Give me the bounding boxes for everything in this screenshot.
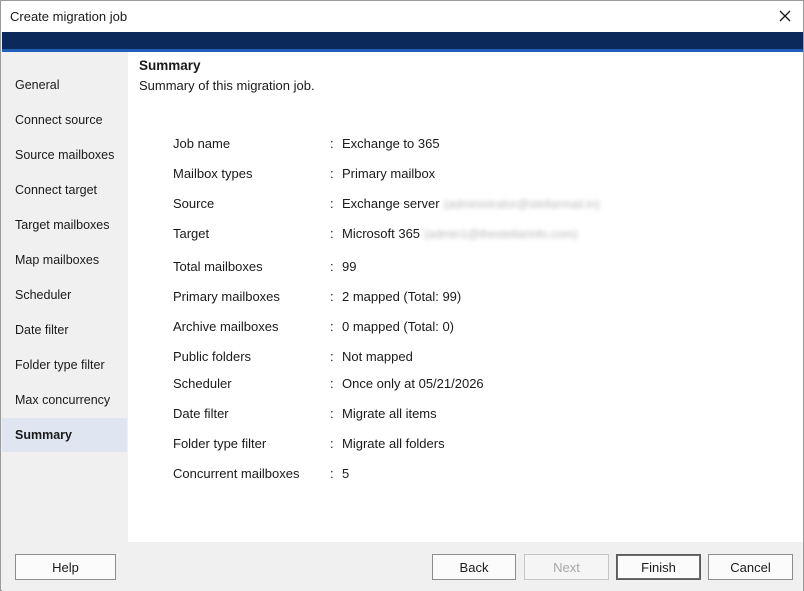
summary-separator: :: [330, 376, 334, 391]
next-button: Next: [524, 554, 609, 580]
summary-row-archive-mailboxes: Archive mailboxes : 0 mapped (Total: 0): [128, 319, 803, 337]
window-title: Create migration job: [10, 9, 128, 24]
summary-value-target: Microsoft 365 (admin1@thestellarinfo.com): [342, 226, 578, 241]
summary-label: Total mailboxes: [173, 259, 263, 274]
summary-row-public-folders: Public folders : Not mapped: [128, 349, 803, 367]
back-button[interactable]: Back: [432, 554, 516, 580]
summary-label: Archive mailboxes: [173, 319, 279, 334]
summary-value: Exchange to 365: [342, 136, 440, 151]
summary-value: Migrate all items: [342, 406, 437, 421]
sidebar-item-target-mailboxes[interactable]: Target mailboxes: [2, 208, 127, 242]
summary-separator: :: [330, 406, 334, 421]
summary-row-primary-mailboxes: Primary mailboxes : 2 mapped (Total: 99): [128, 289, 803, 307]
sidebar-item-map-mailboxes[interactable]: Map mailboxes: [2, 243, 127, 277]
dialog-footer: Help Back Next Finish Cancel: [2, 542, 803, 591]
summary-label: Public folders: [173, 349, 252, 364]
summary-separator: :: [330, 259, 334, 274]
summary-row-target: Target : Microsoft 365 (admin1@thestellar…: [128, 226, 803, 244]
sidebar-item-summary[interactable]: Summary: [2, 418, 127, 452]
summary-row-concurrent-mailboxes: Concurrent mailboxes : 5: [128, 466, 803, 484]
summary-separator: :: [330, 319, 334, 334]
summary-label: Scheduler: [173, 376, 232, 391]
summary-label: Source: [173, 196, 215, 211]
page-title: Summary: [139, 58, 201, 73]
summary-row-date-filter: Date filter : Migrate all items: [128, 406, 803, 424]
page-description: Summary of this migration job.: [139, 78, 315, 93]
summary-row-source: Source : Exchange server (administrator@s…: [128, 196, 803, 214]
close-button[interactable]: [771, 3, 799, 29]
summary-separator: :: [330, 166, 334, 181]
summary-row-mailbox-types: Mailbox types : Primary mailbox: [128, 166, 803, 184]
sidebar-item-label: Connect source: [15, 113, 103, 127]
finish-button[interactable]: Finish: [616, 554, 701, 580]
source-server-type: Exchange server: [342, 196, 440, 211]
sidebar-item-general[interactable]: General: [2, 68, 127, 102]
summary-value: Migrate all folders: [342, 436, 445, 451]
close-icon: [779, 10, 791, 22]
help-button[interactable]: Help: [15, 554, 116, 580]
sidebar-item-scheduler[interactable]: Scheduler: [2, 278, 127, 312]
dialog-window: Create migration job General Connect sou…: [0, 0, 804, 591]
target-server-type: Microsoft 365: [342, 226, 421, 241]
sidebar-item-date-filter[interactable]: Date filter: [2, 313, 127, 347]
sidebar-item-label: Date filter: [15, 323, 69, 337]
target-account-redacted: (admin1@thestellarinfo.com): [424, 227, 578, 241]
summary-separator: :: [330, 289, 334, 304]
sidebar-item-folder-type-filter[interactable]: Folder type filter: [2, 348, 127, 382]
summary-separator: :: [330, 349, 334, 364]
sidebar-item-label: Scheduler: [15, 288, 72, 302]
sidebar-item-connect-target[interactable]: Connect target: [2, 173, 127, 207]
summary-row-scheduler: Scheduler : Once only at 05/21/2026: [128, 376, 803, 394]
sidebar-item-label: Map mailboxes: [15, 253, 100, 267]
sidebar-item-label: Source mailboxes: [15, 148, 115, 162]
sidebar-item-max-concurrency[interactable]: Max concurrency: [2, 383, 127, 417]
sidebar-item-connect-source[interactable]: Connect source: [2, 103, 127, 137]
summary-label: Concurrent mailboxes: [173, 466, 300, 481]
wizard-steps-sidebar: General Connect source Source mailboxes …: [2, 52, 127, 542]
summary-separator: :: [330, 466, 334, 481]
summary-value-source: Exchange server (administrator@stellarmai…: [342, 196, 600, 211]
summary-value: 0 mapped (Total: 0): [342, 319, 455, 334]
summary-separator: :: [330, 226, 334, 241]
summary-value: Once only at 05/21/2026: [342, 376, 484, 391]
summary-panel: Summary Summary of this migration job. J…: [128, 52, 803, 542]
summary-value: 2 mapped (Total: 99): [342, 289, 462, 304]
sidebar-item-source-mailboxes[interactable]: Source mailboxes: [2, 138, 127, 172]
summary-value: Not mapped: [342, 349, 413, 364]
summary-separator: :: [330, 136, 334, 151]
sidebar-item-label: Max concurrency: [15, 393, 111, 407]
cancel-button[interactable]: Cancel: [708, 554, 793, 580]
source-account-redacted: (administrator@stellarmail.in): [443, 197, 600, 211]
sidebar-item-label: Folder type filter: [15, 358, 105, 372]
summary-label: Primary mailboxes: [173, 289, 280, 304]
summary-row-folder-type-filter: Folder type filter : Migrate all folders: [128, 436, 803, 454]
summary-value: 5: [342, 466, 350, 481]
summary-row-total-mailboxes: Total mailboxes : 99: [128, 259, 803, 277]
header-banner: [2, 32, 803, 49]
summary-value: 99: [342, 259, 357, 274]
summary-row-job-name: Job name : Exchange to 365: [128, 136, 803, 154]
sidebar-item-label: Target mailboxes: [15, 218, 110, 232]
summary-label: Date filter: [173, 406, 229, 421]
sidebar-item-label: General: [15, 78, 60, 92]
summary-label: Target: [173, 226, 210, 241]
summary-label: Mailbox types: [173, 166, 253, 181]
summary-separator: :: [330, 436, 334, 451]
summary-label: Folder type filter: [173, 436, 267, 451]
summary-value: Primary mailbox: [342, 166, 436, 181]
sidebar-item-label: Connect target: [15, 183, 97, 197]
title-bar: Create migration job: [1, 1, 803, 32]
summary-separator: :: [330, 196, 334, 211]
summary-label: Job name: [173, 136, 231, 151]
sidebar-item-label: Summary: [15, 428, 72, 442]
